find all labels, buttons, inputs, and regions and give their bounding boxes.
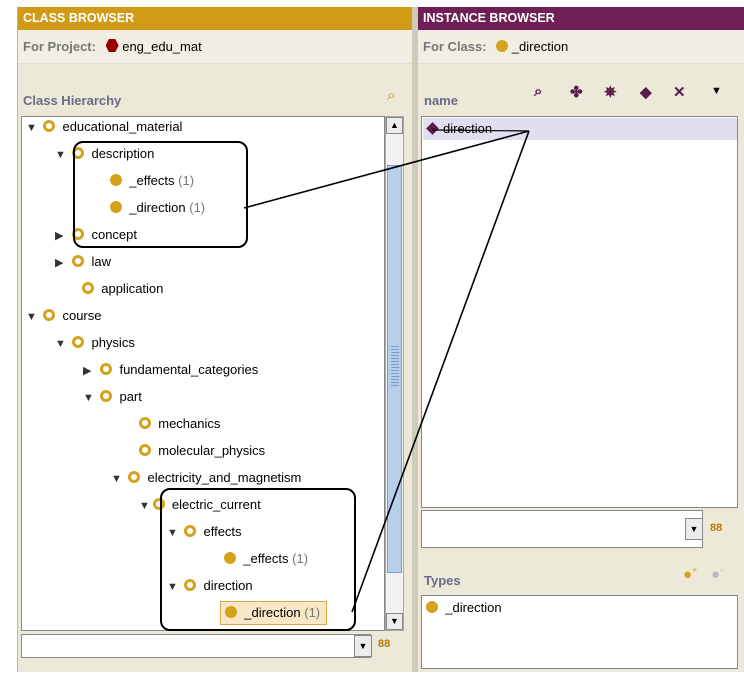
tree-item[interactable]: ▶ fundamental_categories [83, 360, 258, 380]
project-icon [105, 39, 119, 52]
toggle-icon[interactable]: ▶ [55, 253, 65, 273]
instance-search-dropdown-icon[interactable]: ▼ [685, 518, 703, 540]
tree-item-label: fundamental_categories [119, 362, 259, 377]
class-icon [82, 282, 94, 294]
tree-item-label: molecular_physics [158, 443, 266, 458]
tree-item-label: part [119, 389, 142, 404]
toggle-icon[interactable]: ▶ [83, 361, 93, 381]
type-row[interactable]: _direction [426, 600, 502, 615]
toggle-icon[interactable]: ▼ [55, 145, 66, 165]
instance-search-input[interactable] [421, 510, 703, 548]
class-name: _direction [511, 39, 569, 54]
class-icon [139, 417, 151, 429]
instance-row[interactable]: direction [423, 118, 737, 140]
types-label: Types [424, 573, 461, 588]
class-search-dropdown-icon[interactable]: ▼ [354, 635, 372, 657]
project-line: For Project: eng_edu_mat [18, 30, 412, 64]
tree-item[interactable]: ▶ law [55, 252, 111, 272]
tree-item-label: law [91, 254, 111, 269]
tree-item[interactable]: ▼ course [26, 306, 102, 326]
instance-browser-title: INSTANCE BROWSER [418, 7, 744, 30]
toggle-icon[interactable]: ▼ [55, 334, 66, 354]
class-icon [100, 363, 113, 375]
instance-label: direction [443, 121, 493, 136]
class-icon [72, 255, 85, 267]
types-list[interactable]: _direction [421, 595, 738, 669]
class-search-input[interactable] [21, 634, 371, 658]
tree-item[interactable]: mechanics [139, 414, 220, 434]
properties-icon[interactable]: ◆ [640, 83, 652, 101]
class-icon [496, 40, 509, 52]
name-column-header: name [424, 93, 458, 108]
instance-browser-panel: INSTANCE BROWSER For Class: _direction n… [418, 7, 744, 672]
instance-list[interactable]: direction [421, 116, 738, 508]
highlight-description-box [73, 141, 248, 248]
tree-item[interactable]: ▼ part [83, 387, 142, 407]
tree-item[interactable]: molecular_physics [139, 441, 265, 461]
tree-item-label: educational_material [62, 119, 183, 134]
find-class-icon[interactable]: ⌕ [387, 87, 395, 104]
add-type-icon[interactable]: ●+ [683, 565, 697, 583]
tree-item[interactable]: application [82, 279, 163, 299]
tree-item-label: application [101, 281, 164, 296]
find-instance-icon[interactable]: ⌕ [534, 83, 542, 100]
class-icon [43, 120, 56, 132]
scroll-thumb[interactable] [387, 165, 402, 573]
for-class-label: For Class: [423, 39, 487, 54]
toggle-icon[interactable]: ▼ [26, 118, 37, 138]
instance-icon [426, 122, 439, 135]
project-name: eng_edu_mat [122, 39, 202, 54]
tree-item-label: course [62, 308, 102, 323]
class-icon [128, 471, 141, 483]
highlight-electric-current-box [160, 488, 356, 631]
type-label: _direction [445, 600, 502, 615]
toggle-icon[interactable]: ▼ [83, 388, 94, 408]
delete-instance-icon[interactable]: ✵ [604, 83, 617, 101]
toggle-icon[interactable]: ▼ [139, 496, 150, 516]
remove-icon[interactable]: ✕ [673, 83, 686, 101]
tree-item[interactable]: ▼ electricity_and_magnetism [111, 468, 301, 488]
menu-down-icon[interactable]: ▼ [711, 85, 722, 97]
tree-item-label: mechanics [158, 416, 221, 431]
class-icon [43, 309, 56, 321]
class-icon [72, 336, 85, 348]
toggle-icon[interactable]: ▶ [55, 226, 65, 246]
for-project-label: For Project: [23, 39, 96, 54]
class-icon [139, 444, 151, 456]
tree-item[interactable]: ▼ educational_material [26, 117, 182, 137]
instance-search-binoculars-icon[interactable]: 88 [710, 522, 722, 534]
class-hierarchy-label: Class Hierarchy [23, 93, 122, 108]
class-search-binoculars-icon[interactable]: 88 [378, 638, 390, 650]
class-icon [426, 601, 438, 613]
remove-type-icon[interactable]: ●- [711, 565, 723, 583]
class-line: For Class: _direction [418, 30, 744, 64]
class-browser-title: CLASS BROWSER [18, 7, 412, 30]
class-icon [100, 390, 113, 402]
tree-item-label: physics [91, 335, 135, 350]
tree-item[interactable]: ▼ physics [55, 333, 135, 353]
toggle-icon[interactable]: ▼ [26, 307, 37, 327]
create-instance-icon[interactable]: ✤ [570, 83, 583, 101]
tree-item-label: electricity_and_magnetism [147, 470, 302, 485]
class-tree-scrollbar[interactable]: ▲ ▼ [385, 116, 404, 631]
toggle-icon[interactable]: ▼ [111, 469, 122, 489]
scroll-down-icon[interactable]: ▼ [386, 613, 403, 630]
scroll-up-icon[interactable]: ▲ [386, 117, 403, 134]
